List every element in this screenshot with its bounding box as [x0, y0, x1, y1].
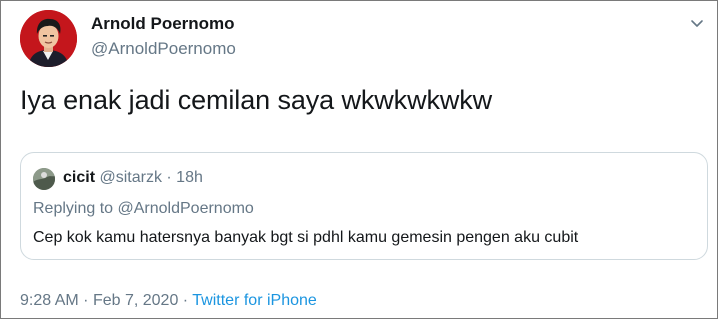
quoted-timestamp[interactable]: 18h — [176, 169, 203, 186]
tweet-date[interactable]: Feb 7, 2020 — [93, 292, 178, 309]
quoted-header: cicit @sitarzk · 18h — [63, 169, 203, 187]
meta-separator-2: · — [182, 292, 189, 309]
avatar-photo-icon — [33, 168, 55, 190]
tweet-text: Iya enak jadi cemilan saya wkwkwkwkw — [20, 85, 493, 115]
quoted-separator: · — [166, 169, 172, 186]
quoted-display-name[interactable]: cicit — [63, 169, 95, 186]
quoted-tweet-text: Cep kok kamu hatersnya banyak bgt si pdh… — [33, 229, 579, 246]
tweet-time[interactable]: 9:28 AM — [20, 292, 79, 309]
author-avatar[interactable] — [20, 10, 77, 67]
replying-to-mention[interactable]: @ArnoldPoernomo — [118, 200, 254, 217]
avatar-portrait-icon — [20, 10, 77, 67]
quoted-tweet[interactable]: cicit @sitarzk · 18h Replying to @Arnold… — [20, 152, 708, 260]
quoted-handle[interactable]: @sitarzk — [99, 169, 161, 186]
quoted-author-avatar[interactable] — [33, 168, 55, 190]
tweet-card: Arnold Poernomo @ArnoldPoernomo Iya enak… — [0, 0, 718, 319]
tweet-source-link[interactable]: Twitter for iPhone — [192, 292, 317, 309]
chevron-down-icon[interactable] — [689, 15, 705, 31]
tweet-metadata: 9:28 AM · Feb 7, 2020 · Twitter for iPho… — [20, 292, 317, 310]
replying-to-line: Replying to @ArnoldPoernomo — [33, 200, 254, 218]
replying-to-prefix: Replying to — [33, 200, 114, 217]
author-handle[interactable]: @ArnoldPoernomo — [91, 39, 236, 59]
author-display-name[interactable]: Arnold Poernomo — [91, 14, 235, 34]
meta-separator: · — [83, 292, 89, 309]
